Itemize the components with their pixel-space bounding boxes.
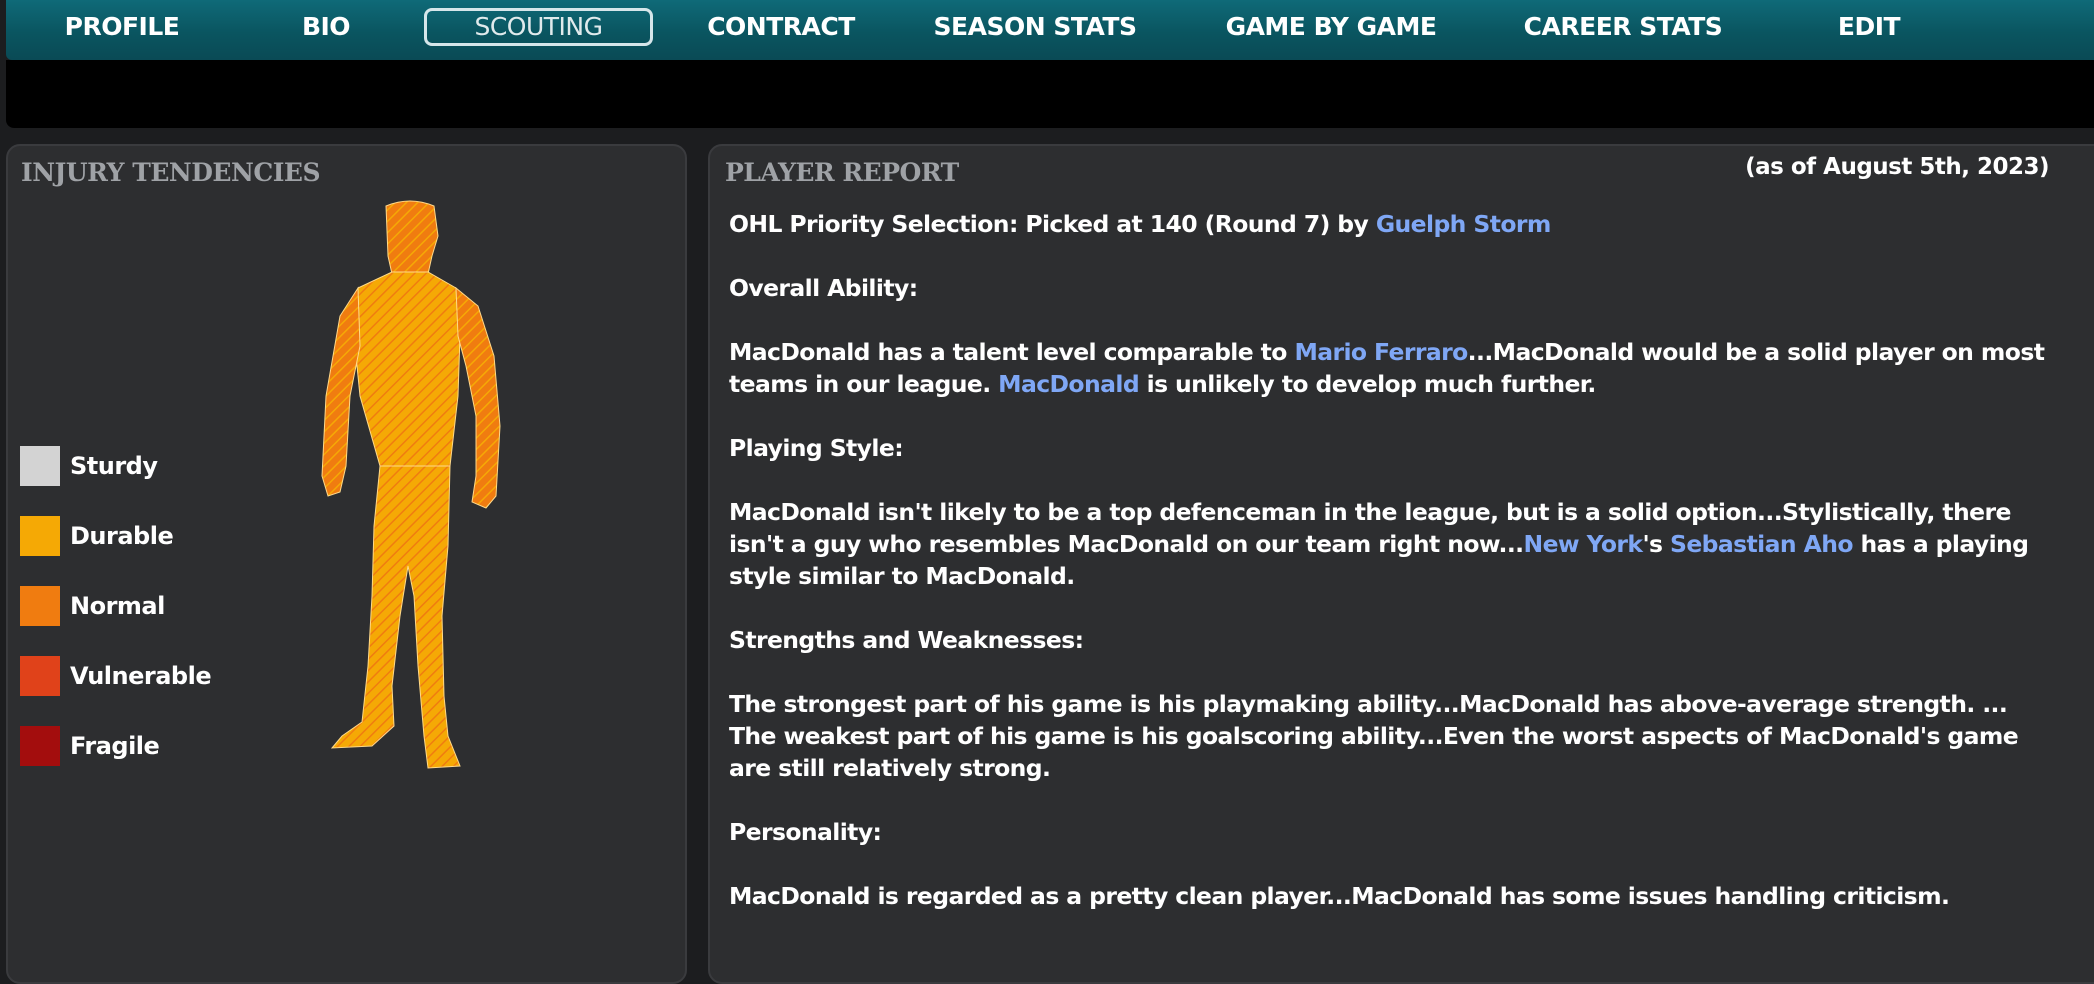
legend-swatch-normal <box>20 586 60 626</box>
legend-swatch-fragile <box>20 726 60 766</box>
player-body-diagram-icon <box>310 196 530 776</box>
body-torso <box>353 271 461 467</box>
overall-ability-text: MacDonald has a talent level comparable … <box>729 338 2045 398</box>
legend-swatch-sturdy <box>20 446 60 486</box>
playing-style-heading: Playing Style: <box>729 434 904 462</box>
player-link-mario-ferraro[interactable]: Mario Ferraro <box>1294 338 1468 366</box>
playing-style-text: MacDonald isn't likely to be a top defen… <box>729 498 2029 590</box>
tab-season-stats[interactable]: SEASON STATS <box>930 8 1140 46</box>
team-link-guelph-storm[interactable]: Guelph Storm <box>1376 210 1552 238</box>
tab-bio[interactable]: BIO <box>286 8 366 46</box>
subheader-bar <box>6 60 2094 128</box>
strengths-weaknesses-text: The strongest part of his game is his pl… <box>729 690 2019 782</box>
tab-contract[interactable]: CONTRACT <box>696 8 866 46</box>
body-head <box>385 200 439 275</box>
personality-heading: Personality: <box>729 818 882 846</box>
tab-edit[interactable]: EDIT <box>1824 8 1914 46</box>
report-date: (as of August 5th, 2023) <box>1745 154 2049 180</box>
overall-ability-heading: Overall Ability: <box>729 274 918 302</box>
player-link-sebastian-aho[interactable]: Sebastian Aho <box>1670 530 1853 558</box>
top-nav: PROFILE BIO SCOUTING CONTRACT SEASON STA… <box>6 0 2094 60</box>
legend-label-sturdy: Sturdy <box>70 452 158 480</box>
legend-swatch-vulnerable <box>20 656 60 696</box>
legend-vulnerable: Vulnerable <box>20 656 212 696</box>
legend-fragile: Fragile <box>20 726 160 766</box>
player-link-macdonald[interactable]: MacDonald <box>998 370 1139 398</box>
strengths-weaknesses-heading: Strengths and Weaknesses: <box>729 626 1084 654</box>
tab-scouting[interactable]: SCOUTING <box>424 8 653 46</box>
body-arm-left <box>321 286 361 497</box>
body-legs <box>330 465 461 769</box>
legend-label-durable: Durable <box>70 522 174 550</box>
tab-career-stats[interactable]: CAREER STATS <box>1518 8 1728 46</box>
legend-label-fragile: Fragile <box>70 732 160 760</box>
priority-selection-text: OHL Priority Selection: Picked at 140 (R… <box>729 210 1376 238</box>
player-report-title: PLAYER REPORT <box>725 158 959 187</box>
legend-durable: Durable <box>20 516 174 556</box>
legend-label-vulnerable: Vulnerable <box>70 662 212 690</box>
legend-label-normal: Normal <box>70 592 165 620</box>
tab-game-by-game[interactable]: GAME BY GAME <box>1221 8 1441 46</box>
priority-selection: OHL Priority Selection: Picked at 140 (R… <box>729 208 2049 240</box>
personality-text: MacDonald is regarded as a pretty clean … <box>729 882 1950 910</box>
legend-swatch-durable <box>20 516 60 556</box>
body-arm-right <box>455 286 501 509</box>
tab-profile[interactable]: PROFILE <box>52 8 192 46</box>
team-link-new-york[interactable]: New York <box>1524 530 1644 558</box>
injury-tendencies-title: INJURY TENDENCIES <box>21 158 321 187</box>
legend-normal: Normal <box>20 586 165 626</box>
player-report-body: OHL Priority Selection: Picked at 140 (R… <box>729 208 2049 944</box>
legend-sturdy: Sturdy <box>20 446 158 486</box>
